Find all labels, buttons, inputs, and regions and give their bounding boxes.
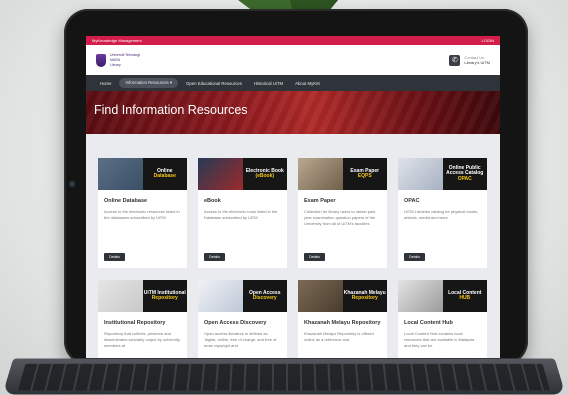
resource-grid: Online Database Online Database Access t… <box>86 134 500 358</box>
main-nav: Home Information Resources ▾ Open Educat… <box>86 75 500 91</box>
details-button[interactable]: Details <box>404 253 425 261</box>
details-button[interactable]: Details <box>204 253 225 261</box>
thumb-sublabel: HUB <box>459 296 470 302</box>
card-description: Access to the electronic resources liste… <box>98 204 187 234</box>
logo-line-1: Universiti Teknologi <box>110 53 140 57</box>
card-thumbnail: Electronic Book (eBook) <box>198 158 287 190</box>
thumb-sublabel: OPAC <box>458 177 472 183</box>
thumb-sublabel: (eBook) <box>255 174 274 180</box>
card-image <box>198 158 243 190</box>
card-description: Repository that collects, preserve and d… <box>98 326 187 356</box>
card-title: OPAC <box>398 190 487 204</box>
card-image <box>398 280 443 312</box>
camera-icon <box>69 181 75 187</box>
thumb-sublabel: Discovery <box>253 296 277 302</box>
card-title: Open Access Discovery <box>198 312 287 326</box>
card-description: Khazanah Melayu Repository is offered on… <box>298 326 387 356</box>
card-image <box>98 280 143 312</box>
card-title: Khazanah Melayu Repository <box>298 312 387 326</box>
card-thumbnail: Local Content HUB <box>398 280 487 312</box>
top-bar: MyKnowledge Management LOGIN <box>86 36 500 45</box>
nav-about-mykm[interactable]: About MyKM <box>291 79 324 88</box>
keyboard-keys <box>18 364 550 391</box>
card-title: Exam Paper <box>298 190 387 204</box>
details-button[interactable]: Details <box>104 253 125 261</box>
card-thumbnail: Khazanah Melayu Repository <box>298 280 387 312</box>
card-thumbnail: UiTM Institutional Repository <box>98 280 187 312</box>
nav-historical-uitm[interactable]: Historical UiTM <box>250 79 287 88</box>
phone-icon: ✆ <box>449 55 460 66</box>
resource-card[interactable]: UiTM Institutional Repository Institutio… <box>98 280 187 358</box>
card-description: Open access literature is defined as 'di… <box>198 326 287 356</box>
card-title: Institutional Repository <box>98 312 187 326</box>
uitm-crest-icon <box>96 54 106 67</box>
card-image <box>298 280 343 312</box>
logo-line-3: Library <box>110 63 140 67</box>
resource-card[interactable]: Local Content HUB Local Content Hub Loca… <box>398 280 487 358</box>
card-image <box>398 158 443 190</box>
site-logo[interactable]: Universiti Teknologi MARA Library <box>96 53 140 67</box>
details-button[interactable]: Details <box>304 253 325 261</box>
resource-card[interactable]: Open Access Discovery Open Access Discov… <box>198 280 287 358</box>
contact-value: Library's UiTM <box>464 60 490 65</box>
thumb-sublabel: EQPS <box>358 174 372 180</box>
thumb-sublabel: Repository <box>352 296 378 302</box>
card-description: Access to the electronic book listed in … <box>198 204 287 234</box>
logo-line-2: MARA <box>110 58 140 62</box>
resource-card[interactable]: Khazanah Melayu Repository Khazanah Mela… <box>298 280 387 358</box>
site-header: Universiti Teknologi MARA Library ✆ Cont… <box>86 45 500 75</box>
login-link[interactable]: LOGIN <box>482 38 494 43</box>
page-title: Find Information Resources <box>94 103 248 117</box>
top-bar-title: MyKnowledge Management <box>92 38 142 43</box>
nav-information-resources[interactable]: Information Resources ▾ <box>119 78 178 88</box>
card-description: Local Content Hub contains local resourc… <box>398 326 487 356</box>
card-image <box>198 280 243 312</box>
card-thumbnail: Open Access Discovery <box>198 280 287 312</box>
thumb-sublabel: Database <box>154 174 176 180</box>
card-image <box>298 158 343 190</box>
card-title: eBook <box>198 190 287 204</box>
resource-card[interactable]: Electronic Book (eBook) eBook Access to … <box>198 158 287 268</box>
hero-banner: Find Information Resources <box>86 91 500 134</box>
resource-card[interactable]: Exam Paper EQPS Exam Paper Collection fo… <box>298 158 387 268</box>
card-description: Collection for library users to obtain p… <box>298 204 387 234</box>
card-thumbnail: Online Public Access Catalog OPAC <box>398 158 487 190</box>
resource-card[interactable]: Online Public Access Catalog OPAC OPAC U… <box>398 158 487 268</box>
nav-open-educational-resources[interactable]: Open Educational Resources <box>182 79 246 88</box>
card-thumbnail: Exam Paper EQPS <box>298 158 387 190</box>
thumb-sublabel: Repository <box>152 296 178 302</box>
browser-screen: MyKnowledge Management LOGIN Universiti … <box>86 36 500 358</box>
card-thumbnail: Online Database <box>98 158 187 190</box>
card-description: UiTM Libraries catalog for physical book… <box>398 204 487 234</box>
card-image <box>98 158 143 190</box>
resource-card[interactable]: Online Database Online Database Access t… <box>98 158 187 268</box>
contact-block[interactable]: ✆ Contact Us Library's UiTM <box>449 55 490 66</box>
keyboard-cover <box>2 358 565 394</box>
card-title: Local Content Hub <box>398 312 487 326</box>
card-title: Online Database <box>98 190 187 204</box>
nav-home[interactable]: Home <box>96 79 115 88</box>
